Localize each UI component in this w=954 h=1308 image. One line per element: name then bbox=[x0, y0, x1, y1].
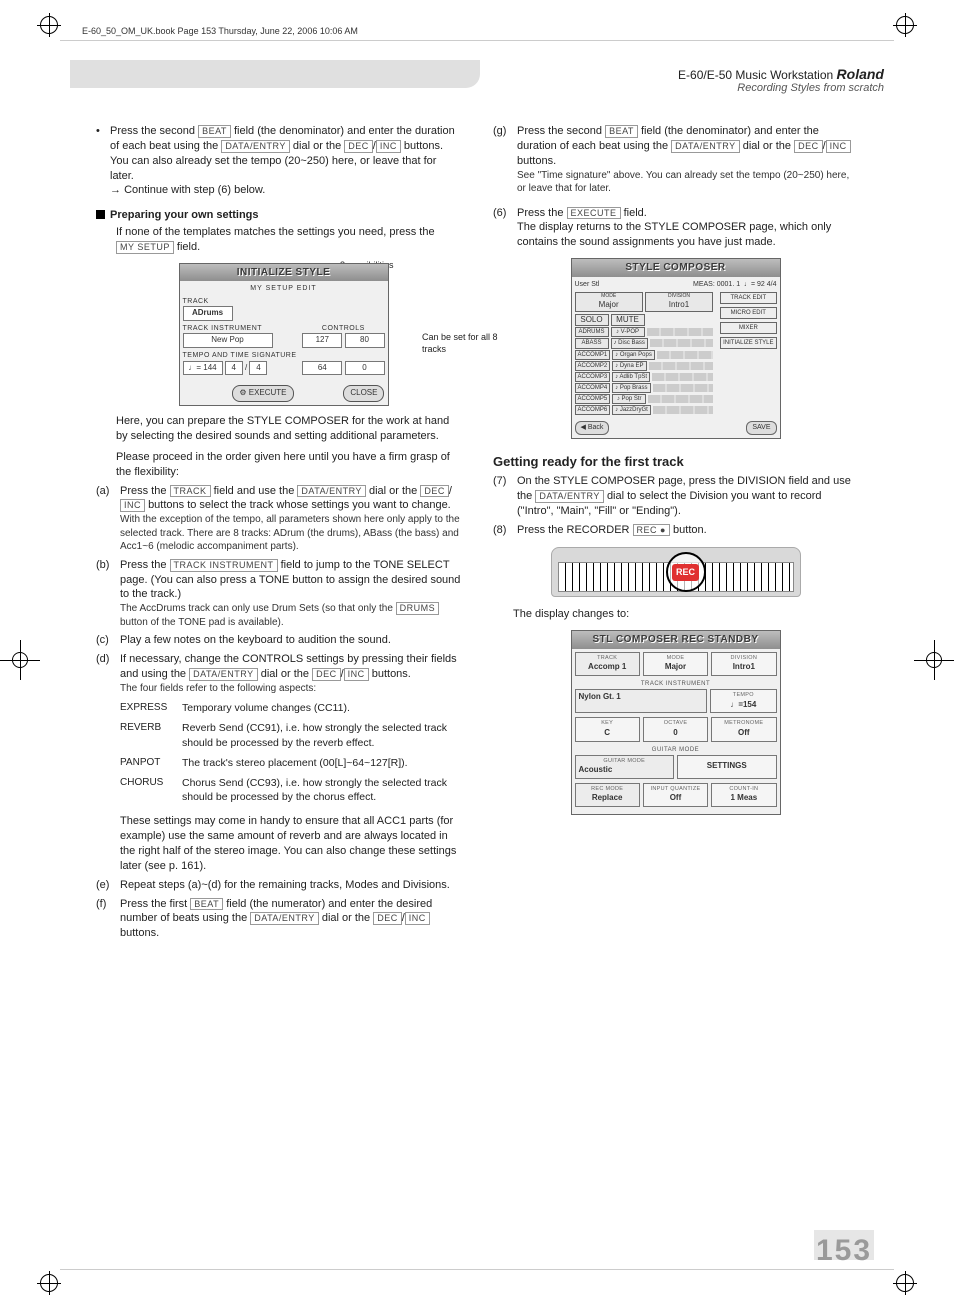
list-item[interactable]: ACCOMP4 bbox=[575, 383, 611, 393]
rec-label: REC bbox=[672, 564, 699, 580]
list-item[interactable]: ABASS bbox=[575, 338, 609, 348]
close-button[interactable]: CLOSE bbox=[343, 385, 384, 402]
getting-ready-heading: Getting ready for the first track bbox=[493, 453, 858, 471]
mode-field[interactable]: Major bbox=[578, 300, 640, 311]
standby-octave[interactable]: 0 bbox=[647, 728, 704, 739]
track-list: ADRUMS♪ V-POP ABASS♪ Disc Bass ACCOMP1♪ … bbox=[575, 327, 714, 415]
standby-instrument[interactable]: Nylon Gt. 1 bbox=[579, 692, 704, 703]
standby-division[interactable]: Intro1 bbox=[715, 662, 772, 673]
control-express[interactable]: 127 bbox=[302, 333, 342, 348]
product-name: E-60/E-50 Music Workstation bbox=[678, 68, 833, 82]
execute-field-button: EXECUTE bbox=[567, 207, 621, 220]
standby-key[interactable]: C bbox=[579, 728, 636, 739]
rec-button: REC ● bbox=[633, 524, 670, 537]
list-item[interactable]: ACCOMP6 bbox=[575, 405, 611, 415]
initialize-style-screenshot: INITIALIZE STYLE MY SETUP EDIT TRACK ADr… bbox=[179, 263, 389, 406]
inc-button: INC bbox=[376, 140, 401, 153]
mute-button[interactable]: MUTE bbox=[611, 314, 645, 327]
standby-guitar-mode[interactable]: Acoustic bbox=[579, 765, 671, 776]
file-header: E-60_50_OM_UK.book Page 153 Thursday, Ju… bbox=[82, 26, 358, 36]
control-panpot[interactable]: 64 bbox=[302, 361, 342, 376]
initialize-style-button[interactable]: INITIALIZE STYLE bbox=[720, 337, 776, 349]
solo-button[interactable]: SOLO bbox=[575, 314, 609, 327]
drums-button: DRUMS bbox=[396, 602, 440, 615]
standby-tempo[interactable]: ♩=154 bbox=[714, 700, 772, 711]
control-chorus[interactable]: 0 bbox=[345, 361, 385, 376]
standby-quantize[interactable]: Off bbox=[647, 793, 704, 804]
style-composer-screenshot: STYLE COMPOSER User Stl MEAS: 0001. 1 ♩=… bbox=[571, 258, 781, 438]
micro-edit-button[interactable]: MICRO EDIT bbox=[720, 307, 776, 319]
track-instrument-button: TRACK INSTRUMENT bbox=[170, 559, 278, 572]
list-item[interactable]: ACCOMP2 bbox=[575, 361, 611, 371]
callout-all-8-tracks: Can be set for all 8 tracks bbox=[422, 331, 504, 355]
rec-keyboard-figure: REC bbox=[551, 547, 801, 597]
track-button: TRACK bbox=[170, 485, 211, 498]
my-setup-button: MY SETUP bbox=[116, 241, 174, 254]
data-entry-button: DATA/ENTRY bbox=[221, 140, 290, 153]
back-button[interactable]: ◀ Back bbox=[575, 421, 610, 434]
right-column: (g) Press the second BEAT field (the den… bbox=[493, 124, 858, 1188]
control-reverb[interactable]: 80 bbox=[345, 333, 385, 348]
track-instrument-field[interactable]: New Pop bbox=[183, 333, 273, 348]
track-edit-button[interactable]: TRACK EDIT bbox=[720, 292, 776, 304]
division-field[interactable]: Intro1 bbox=[648, 300, 710, 311]
brand-logo: Roland bbox=[837, 66, 884, 82]
standby-rec-mode[interactable]: Replace bbox=[579, 793, 636, 804]
mixer-button[interactable]: MIXER bbox=[720, 322, 776, 334]
standby-mode[interactable]: Major bbox=[647, 662, 704, 673]
init-title: INITIALIZE STYLE bbox=[180, 264, 388, 282]
page-number: 153 bbox=[814, 1230, 874, 1268]
beat-num-field[interactable]: 4 bbox=[225, 361, 243, 376]
standby-metronome[interactable]: Off bbox=[715, 728, 772, 739]
beat-den-field[interactable]: 4 bbox=[249, 361, 267, 376]
rec-highlight-icon: REC bbox=[666, 552, 706, 592]
standby-track[interactable]: Accomp 1 bbox=[579, 662, 636, 673]
list-item[interactable]: ACCOMP1 bbox=[575, 350, 611, 360]
preparing-heading: Preparing your own settings bbox=[96, 208, 461, 223]
beat-button: BEAT bbox=[198, 125, 231, 138]
tempo-field[interactable]: ♩= 144 bbox=[183, 361, 223, 376]
track-field[interactable]: ADrums bbox=[183, 306, 233, 321]
standby-count-in[interactable]: 1 Meas bbox=[715, 793, 772, 804]
execute-button[interactable]: ⚙ EXECUTE bbox=[232, 385, 293, 402]
save-button[interactable]: SAVE bbox=[746, 421, 776, 434]
list-item[interactable]: ACCOMP5 bbox=[575, 394, 611, 404]
rec-standby-screenshot: STL COMPOSER REC STANDBY TRACKAccomp 1 M… bbox=[571, 630, 781, 815]
standby-gm-settings[interactable]: SETTINGS bbox=[707, 761, 747, 772]
running-header: E-60/E-50 Music Workstation Roland Recor… bbox=[70, 60, 884, 94]
list-item[interactable]: ACCOMP3 bbox=[575, 372, 611, 382]
list-item[interactable]: ADRUMS bbox=[575, 327, 609, 337]
left-column: Press the second BEAT field (the denomin… bbox=[96, 124, 461, 1188]
dec-button: DEC bbox=[344, 140, 373, 153]
